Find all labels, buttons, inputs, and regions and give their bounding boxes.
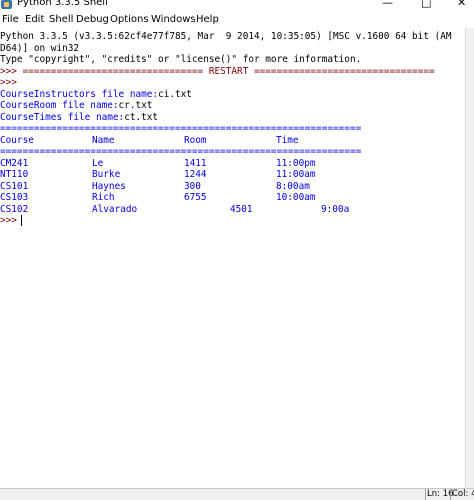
prompt: >>> bbox=[0, 77, 17, 88]
input-line: CourseRoom file name:cr.txt bbox=[0, 100, 152, 112]
separator-line: ========================================… bbox=[0, 123, 362, 134]
row-time: 11:00pm bbox=[276, 157, 316, 169]
menu-bar: File Edit Shell Debug Options Windows He… bbox=[0, 13, 474, 28]
python-idle-icon bbox=[1, 0, 12, 9]
row-course: CS101 bbox=[0, 180, 29, 192]
restart-line: >>> ================================ RES… bbox=[0, 65, 435, 77]
text-cursor bbox=[21, 215, 22, 226]
row-room: 1411 bbox=[184, 157, 207, 169]
row-room: 4501 bbox=[230, 203, 253, 215]
column-header-room: Room bbox=[184, 134, 207, 146]
banner-line: Type "copyright", "credits" or "license(… bbox=[0, 54, 362, 65]
row-name: Rich bbox=[92, 192, 115, 203]
row-course: CM241 bbox=[0, 157, 29, 169]
banner-line: D64)] on win32 bbox=[0, 42, 80, 54]
row-room: 300 bbox=[184, 180, 201, 192]
input-value: cr.txt bbox=[118, 100, 153, 111]
row-name: Haynes bbox=[92, 180, 126, 192]
column-header-time: Time bbox=[276, 134, 299, 146]
title-bar: Python 3.3.5 Shell — □ ✕ bbox=[0, 0, 474, 12]
input-value: ci.txt bbox=[158, 88, 192, 100]
row-course: NT110 bbox=[0, 169, 29, 180]
window-title: Python 3.3.5 Shell bbox=[17, 0, 108, 8]
column-header-name: Name bbox=[92, 134, 115, 146]
row-time: 9:00a bbox=[321, 203, 350, 215]
row-time: 10:00am bbox=[276, 192, 316, 203]
menu-options[interactable]: Options bbox=[110, 14, 149, 25]
input-line: CourseTimes file name:ct.txt bbox=[0, 112, 158, 124]
close-button[interactable]: ✕ bbox=[457, 0, 466, 9]
menu-file[interactable]: File bbox=[2, 14, 19, 25]
row-time: 8:00am bbox=[276, 180, 310, 192]
maximize-button[interactable]: □ bbox=[421, 0, 431, 9]
row-name: Burke bbox=[92, 169, 121, 180]
shell-output[interactable]: Python 3.3.5 (v3.3.5:62cf4e77f785, Mar 9… bbox=[0, 28, 464, 488]
column-header-course: Course bbox=[0, 134, 34, 146]
row-time: 11:00am bbox=[276, 169, 316, 180]
menu-help[interactable]: Help bbox=[196, 14, 219, 25]
row-room: 6755 bbox=[184, 192, 207, 203]
menu-windows[interactable]: Windows bbox=[151, 14, 196, 25]
menu-shell[interactable]: Shell bbox=[49, 14, 73, 25]
row-name: Alvarado bbox=[92, 203, 138, 215]
input-label: CourseInstructors file name: bbox=[0, 88, 159, 100]
row-course: CS102 bbox=[0, 203, 29, 215]
input-value: ct.txt bbox=[124, 111, 159, 123]
banner-line: Python 3.3.5 (v3.3.5:62cf4e77f785, Mar 9… bbox=[0, 31, 452, 42]
row-name: Le bbox=[92, 157, 104, 169]
final-prompt: >>> bbox=[0, 215, 17, 226]
row-course: CS103 bbox=[0, 192, 29, 203]
input-label: CourseRoom file name: bbox=[0, 100, 119, 111]
status-bar: Ln: 16 Col: 4 bbox=[0, 488, 474, 500]
minimize-button[interactable]: — bbox=[382, 0, 393, 9]
vertical-scrollbar[interactable] bbox=[465, 28, 474, 488]
separator-line: ========================================… bbox=[0, 146, 362, 157]
input-label: CourseTimes file name: bbox=[0, 111, 125, 123]
row-room: 1244 bbox=[184, 169, 207, 180]
menu-debug[interactable]: Debug bbox=[76, 14, 109, 25]
menu-edit[interactable]: Edit bbox=[25, 14, 44, 25]
column-indicator: Col: 4 bbox=[450, 489, 474, 500]
input-line: CourseInstructors file name:ci.txt bbox=[0, 89, 192, 101]
